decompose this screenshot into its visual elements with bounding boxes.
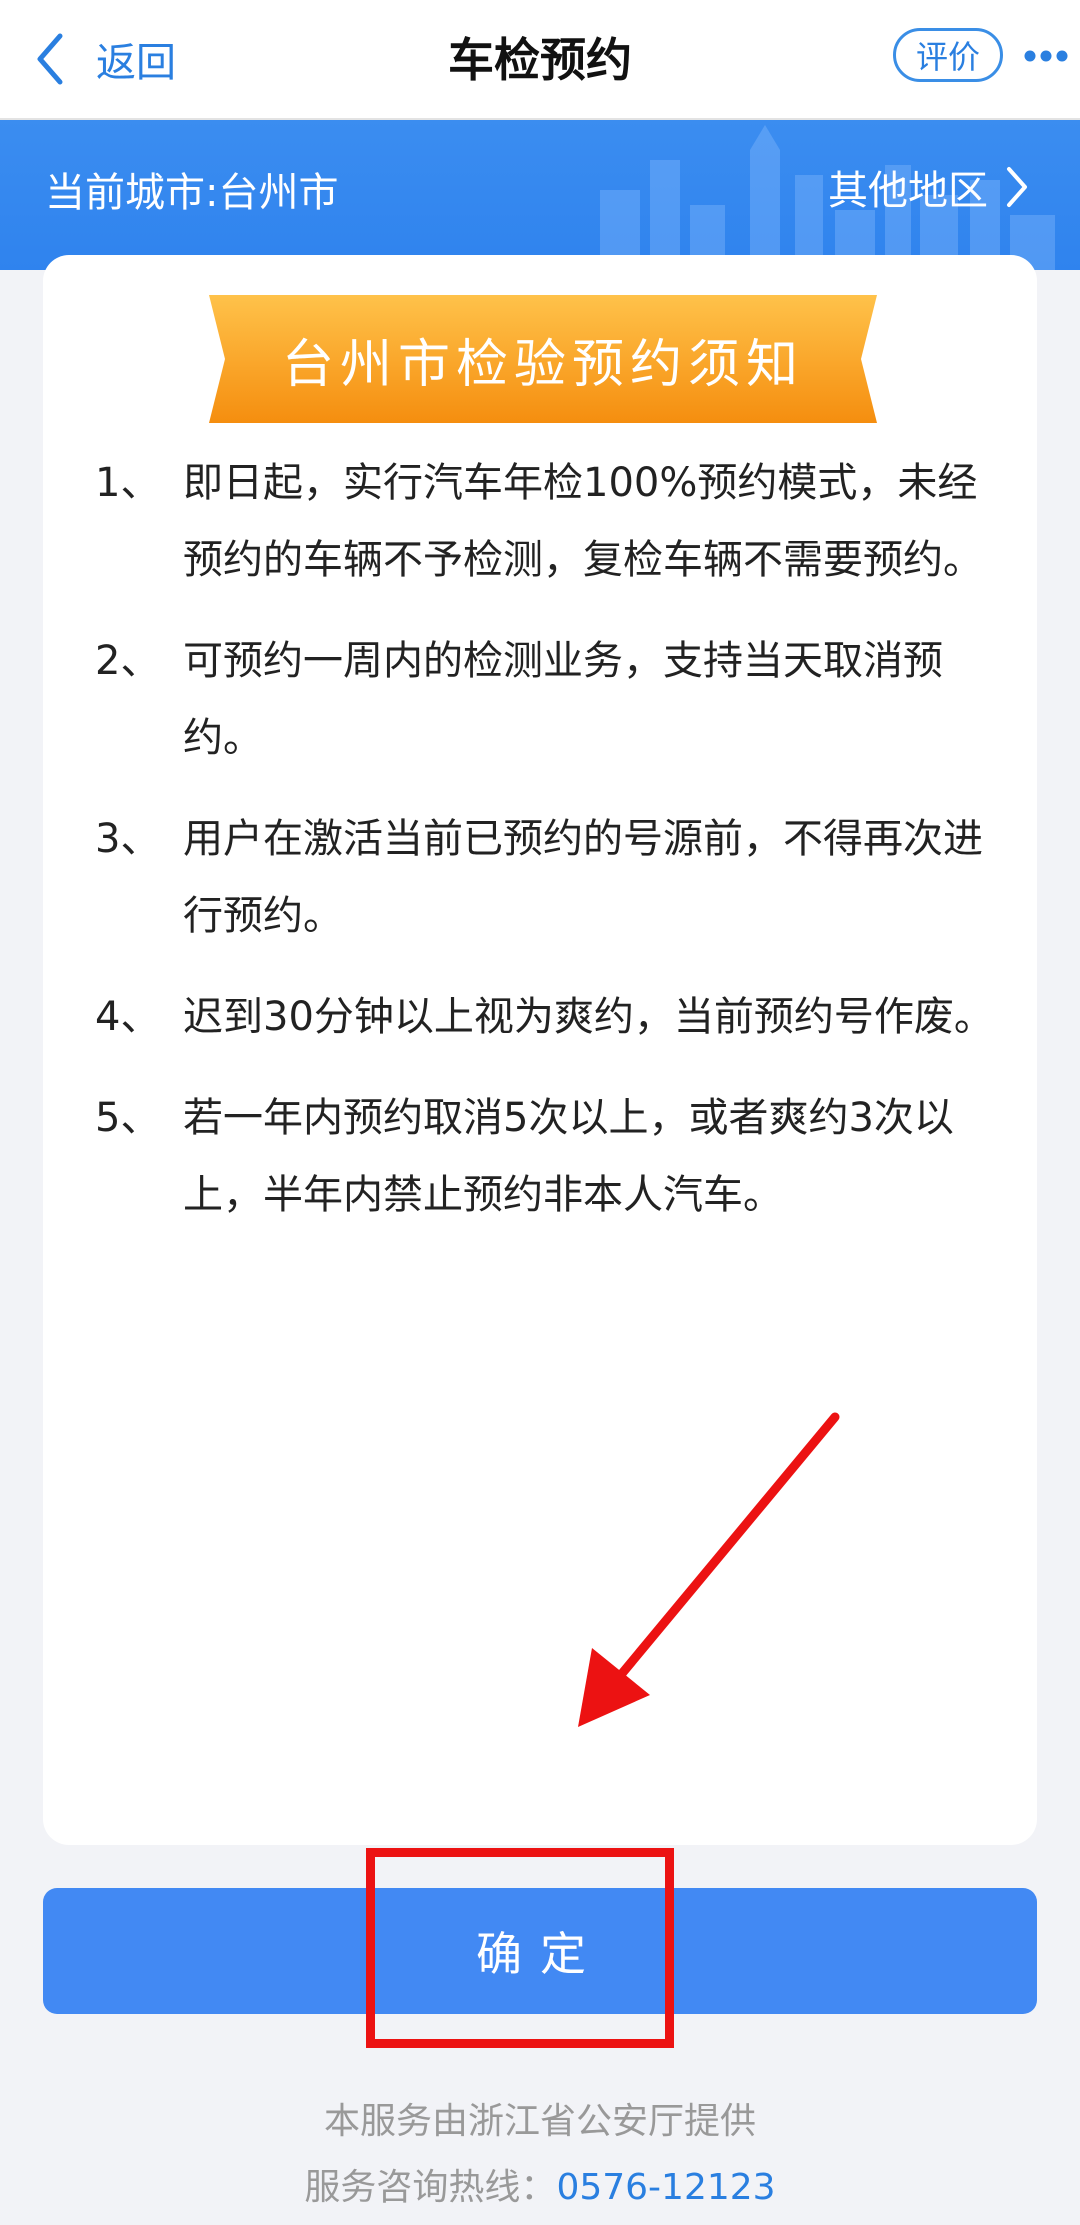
item-number: 2、 — [95, 638, 161, 684]
notice-title: 台州市检验预约须知 — [281, 334, 804, 395]
item-number: 5、 — [95, 1095, 161, 1141]
item-text: 即日起，实行汽车年检100%预约模式，未经预约的车辆不予检测，复检车辆不需要预约… — [183, 460, 983, 583]
notice-list: 1、 即日起，实行汽车年检100%预约模式，未经预约的车辆不予检测，复检车辆不需… — [95, 445, 1005, 1258]
list-item: 2、 可预约一周内的检测业务，支持当天取消预约。 — [95, 623, 1005, 777]
more-dots-icon[interactable] — [1022, 44, 1070, 68]
item-number: 3、 — [95, 816, 161, 862]
confirm-button[interactable]: 确定 — [43, 1888, 1037, 2014]
back-button[interactable]: 返回 — [30, 26, 176, 92]
chevron-right-icon — [1007, 167, 1027, 207]
list-item: 1、 即日起，实行汽车年检100%预约模式，未经预约的车辆不予检测，复检车辆不需… — [95, 445, 1005, 599]
city-banner: 当前城市:台州市 其他地区 — [0, 120, 1080, 270]
item-text: 用户在激活当前已预约的号源前，不得再次进行预约。 — [183, 816, 983, 939]
service-provider-text: 本服务由浙江省公安厅提供 — [323, 2101, 756, 2142]
item-text: 可预约一周内的检测业务，支持当天取消预约。 — [183, 638, 943, 761]
current-city-label: 当前城市:台州市 — [45, 170, 339, 216]
list-item: 3、 用户在激活当前已预约的号源前，不得再次进行预约。 — [95, 801, 1005, 955]
other-region-label: 其他地区 — [828, 168, 988, 214]
item-number: 4、 — [95, 994, 161, 1040]
notice-card: 台州市检验预约须知 1、 即日起，实行汽车年检100%预约模式，未经预约的车辆不… — [43, 255, 1037, 1845]
hotline-number-link[interactable]: 0576-12123 — [556, 2167, 775, 2208]
hotline-row: 服务咨询热线：0576-12123 — [0, 2158, 1080, 2210]
list-item: 5、 若一年内预约取消5次以上，或者爽约3次以上，半年内禁止预约非本人汽车。 — [95, 1080, 1005, 1234]
back-label: 返回 — [96, 40, 176, 86]
item-text: 迟到30分钟以上视为爽约，当前预约号作废。 — [183, 994, 994, 1040]
hotline-label: 服务咨询热线： — [304, 2167, 557, 2208]
rate-button[interactable]: 评价 — [893, 28, 1003, 82]
top-nav-bar: 返回 车检预约 评价 — [0, 0, 1080, 120]
item-text: 若一年内预约取消5次以上，或者爽约3次以上，半年内禁止预约非本人汽车。 — [183, 1095, 954, 1218]
other-region-link[interactable]: 其他地区 — [828, 158, 1030, 216]
list-item: 4、 迟到30分钟以上视为爽约，当前预约号作废。 — [95, 979, 1005, 1056]
item-number: 1、 — [95, 460, 161, 506]
chevron-left-icon — [37, 33, 63, 85]
